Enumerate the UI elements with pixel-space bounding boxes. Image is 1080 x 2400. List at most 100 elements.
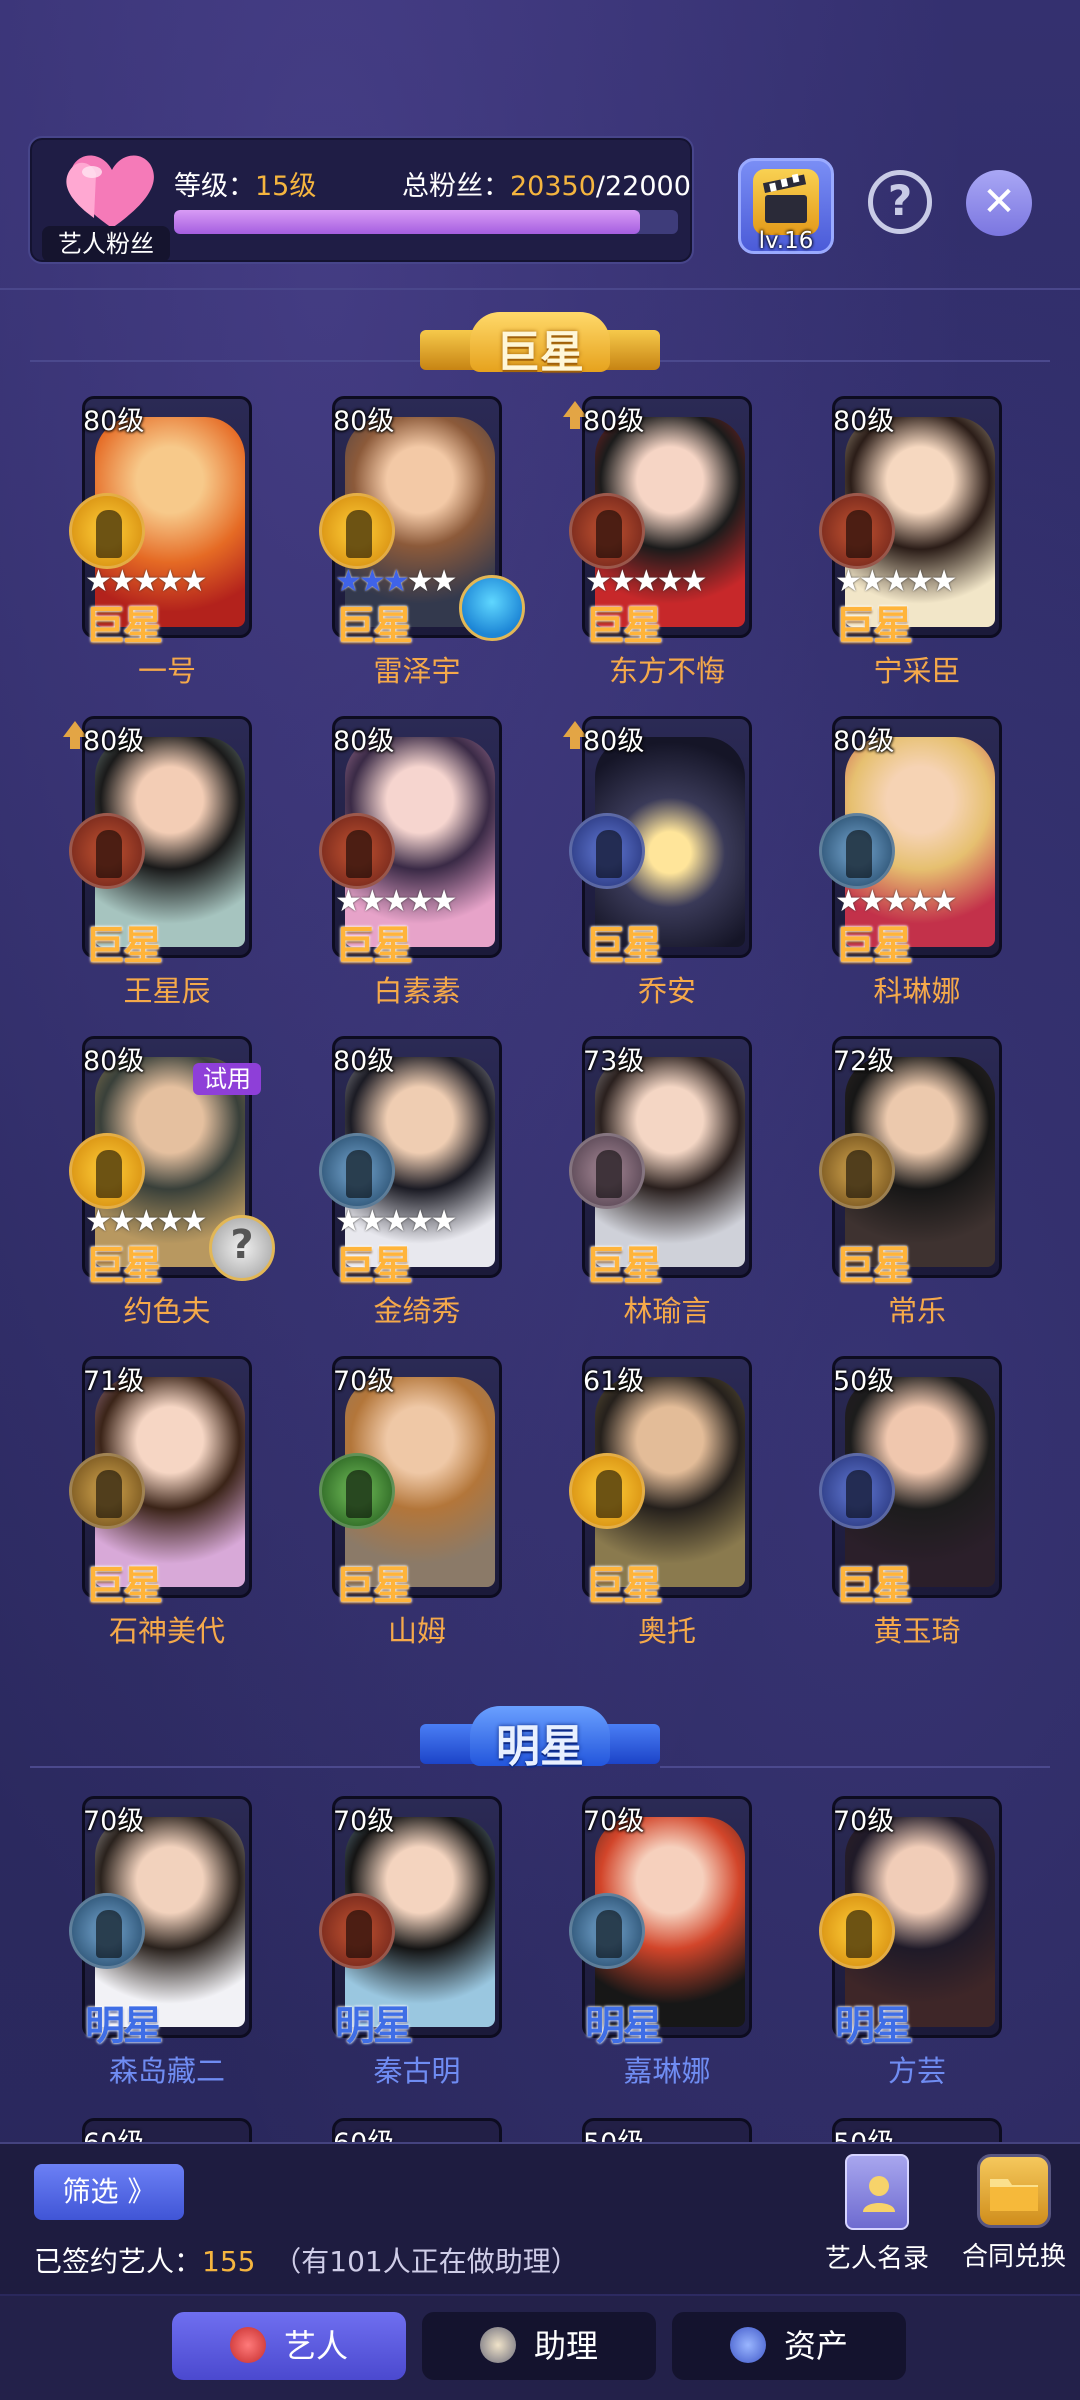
- artist-card[interactable]: 73级巨星: [569, 1036, 752, 1289]
- kungfu-icon: [569, 493, 645, 569]
- ufo-icon: [319, 1133, 395, 1209]
- signed-artists: 已签约艺人：155 （有101人正在做助理）: [34, 2240, 579, 2280]
- artist-roster-button[interactable]: 艺人名录: [822, 2154, 932, 2284]
- rank-label: 巨星: [85, 603, 163, 649]
- kungfu-icon: [819, 493, 895, 569]
- artist-level: 80级: [333, 1046, 395, 1077]
- beach-badge-icon[interactable]: [459, 575, 525, 641]
- fans-max: /22000: [595, 171, 691, 202]
- star-icon: ★: [930, 564, 958, 599]
- artist-card[interactable]: 80级 ★★★★★ 巨星: [319, 716, 502, 969]
- artist-level: 73级: [583, 1046, 645, 1077]
- gun-icon: [569, 1133, 645, 1209]
- artist-card[interactable]: 80级 ★★★★★ 巨星: [319, 396, 525, 649]
- rank-label: 明星: [585, 2003, 663, 2049]
- artist-card[interactable]: 71级 巨星: [69, 1356, 252, 1609]
- artist-name: 宁采臣: [873, 654, 961, 688]
- ufo-icon: [819, 813, 895, 889]
- artist-card[interactable]: 80级 试用 ★★★★★ 巨星: [69, 1036, 275, 1289]
- kungfu-icon: [319, 813, 395, 889]
- artist-card[interactable]: 70级 巨星: [319, 1356, 502, 1609]
- mystery-badge-icon[interactable]: [209, 1215, 275, 1281]
- trial-tag: 试用: [193, 1063, 261, 1095]
- kungfu-icon: [69, 813, 145, 889]
- artist-card[interactable]: 80级 巨星: [63, 716, 252, 969]
- artist-level: 70级: [583, 1806, 645, 1837]
- star-title: 明星: [496, 1721, 584, 1772]
- artist-card[interactable]: 80级 ★★★★★ 巨星: [819, 396, 1002, 649]
- artist-name: 王星辰: [123, 974, 211, 1008]
- help-button[interactable]: ?: [868, 170, 932, 234]
- assets-icon: [729, 2327, 766, 2363]
- rank-label: 巨星: [585, 1243, 663, 1289]
- star-icon: ★: [430, 884, 458, 919]
- tab-label: 资产: [783, 2327, 848, 2365]
- rank-label: 巨星: [335, 923, 413, 969]
- artist-card[interactable]: 61级 巨星: [569, 1356, 752, 1609]
- rank-label: 巨星: [585, 923, 663, 969]
- contract-label: 合同兑换: [961, 2242, 1066, 2272]
- rank-label: 巨星: [85, 1243, 163, 1289]
- level-label: 等级：: [174, 171, 255, 202]
- artist-icon: [229, 2327, 266, 2363]
- artist-level: 80级: [583, 726, 645, 757]
- ufo-icon: [69, 1893, 145, 1969]
- wasp-icon: [819, 1133, 895, 1209]
- fans-progress-bar: [174, 210, 678, 234]
- soldier-icon: [69, 1133, 145, 1209]
- superstar-title: 巨星: [496, 327, 584, 378]
- contract-exchange-button[interactable]: 合同兑换: [958, 2154, 1070, 2284]
- header-divider: [0, 288, 1080, 290]
- tab-assets[interactable]: 资产: [672, 2312, 906, 2380]
- artist-name: 奥托: [637, 1614, 696, 1648]
- artist-level: 80级: [333, 406, 395, 437]
- rank-label: 明星: [85, 2003, 163, 2049]
- rank-label: 巨星: [85, 923, 163, 969]
- signed-label: 已签约艺人：: [34, 2245, 203, 2278]
- artist-card[interactable]: 70级明星: [569, 1796, 752, 2049]
- artist-name: 金绮秀: [373, 1294, 461, 1328]
- artist-level: 61级: [583, 1366, 645, 1397]
- artist-card[interactable]: 50级 巨星: [819, 1356, 1002, 1609]
- rank-label: 巨星: [835, 1243, 913, 1289]
- artist-name: 山姆: [387, 1614, 446, 1648]
- artist-card[interactable]: 72级 巨星: [819, 1036, 1002, 1289]
- fans-panel: 艺人粉丝 等级：15级 总粉丝：20350/22000: [28, 136, 694, 264]
- fans-current: 20350: [510, 171, 596, 202]
- artist-level: 80级: [583, 406, 645, 437]
- fans-label: 总粉丝：: [402, 171, 510, 202]
- artist-name: 方芸: [887, 2054, 946, 2088]
- star-icon: ★: [430, 564, 458, 599]
- tab-artists[interactable]: 艺人: [172, 2312, 406, 2380]
- artist-card[interactable]: 80级巨星: [563, 716, 752, 969]
- artist-card[interactable]: 70级 明星: [319, 1796, 502, 2049]
- artist-level: 80级: [833, 726, 895, 757]
- rank-label: 明星: [835, 2003, 913, 2049]
- artist-name: 一号: [137, 654, 196, 688]
- filter-button[interactable]: 筛选 》: [34, 2164, 184, 2220]
- heart-icon: [66, 155, 154, 228]
- star-icon: ★: [180, 1204, 208, 1239]
- artist-name: 科琳娜: [873, 974, 961, 1008]
- rank-label: 巨星: [835, 603, 913, 649]
- roster-book-icon: [845, 2154, 909, 2230]
- fans-heart: 艺人粉丝: [42, 144, 172, 262]
- artist-card[interactable]: 80级 ★★★★★ 巨星: [563, 396, 752, 649]
- artist-card[interactable]: 80级 ★★★★★ 巨星: [819, 716, 1002, 969]
- tab-bar: 艺人 助理 资产: [0, 2296, 1080, 2400]
- assistant-icon: [479, 2327, 516, 2363]
- artist-card[interactable]: 70级 明星: [69, 1796, 252, 2049]
- close-button[interactable]: ✕: [966, 170, 1032, 236]
- artist-card[interactable]: 80级 ★★★★★ 巨星: [319, 1036, 502, 1289]
- rank-label: 巨星: [835, 923, 913, 969]
- artist-level: 50级: [833, 1366, 895, 1397]
- tab-assistants[interactable]: 助理: [422, 2312, 656, 2380]
- soldier-icon: [819, 1893, 895, 1969]
- liberty-icon: [319, 1453, 395, 1529]
- level-row: 等级：15级: [174, 164, 316, 203]
- artist-name: 嘉琳娜: [623, 2054, 711, 2088]
- artist-name: 秦古明: [373, 2054, 461, 2088]
- superstar-banner: 巨星: [420, 312, 660, 382]
- artist-card[interactable]: 70级 明星: [819, 1796, 1002, 2049]
- artist-card[interactable]: 80级 ★★★★★ 巨星: [69, 396, 252, 649]
